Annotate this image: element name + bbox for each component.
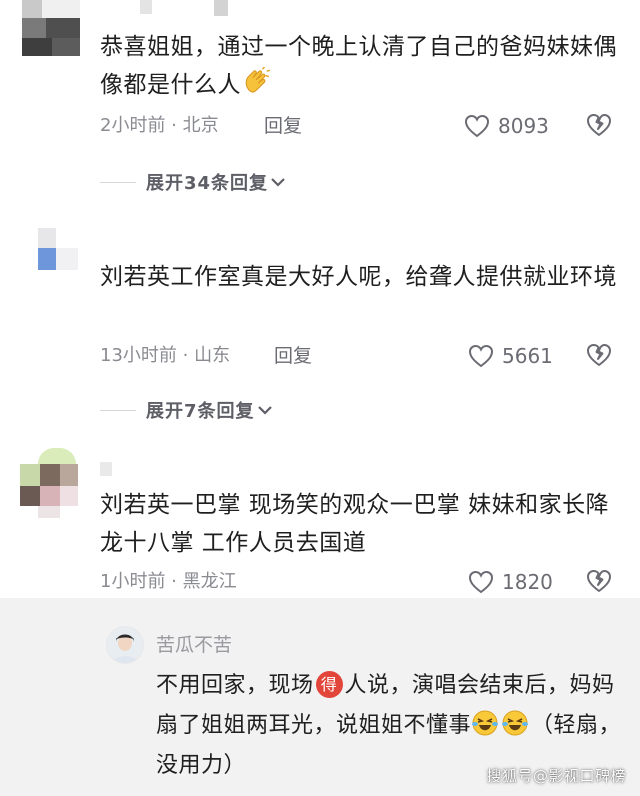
expand-replies-label: 展开7条回复 (146, 401, 255, 422)
dislike-icon[interactable] (585, 341, 613, 369)
like-button[interactable]: 5661 (468, 341, 553, 371)
dislike-icon[interactable] (585, 111, 613, 139)
like-count: 1820 (502, 570, 553, 594)
reply-button[interactable]: 回复 (264, 112, 302, 140)
expand-replies-label: 展开34条回复 (146, 173, 269, 194)
comment-meta: 1小时前 · 黑龙江 (100, 571, 237, 592)
de-badge-icon: 得 (315, 671, 343, 698)
laughing-tears-emoji-icon (502, 710, 529, 736)
avatar[interactable] (22, 0, 80, 56)
laughing-tears-emoji-icon (472, 710, 499, 736)
comment-text: 刘若英工作室真是大好人呢，给聋人提供就业环境 (100, 264, 617, 290)
avatar[interactable] (20, 448, 80, 518)
divider-line (100, 409, 136, 411)
reply-username[interactable]: 苦瓜不苦 (156, 630, 232, 657)
clapping-hands-icon (245, 67, 271, 93)
chevron-down-icon (257, 406, 272, 415)
like-count: 8093 (498, 114, 549, 138)
watermark: 搜狐号@影视口碑榜 (486, 767, 626, 785)
heart-icon (468, 344, 494, 368)
divider-line (100, 181, 136, 183)
comment-meta: 13小时前 · 山东 (100, 345, 231, 366)
like-button[interactable]: 1820 (468, 567, 553, 597)
comment-meta: 2小时前 · 北京 (100, 115, 219, 136)
like-button[interactable]: 8093 (464, 111, 549, 141)
avatar[interactable] (38, 228, 78, 270)
expand-replies-button[interactable]: 展开34条回复 (100, 168, 286, 196)
heart-icon (468, 570, 494, 594)
avatar[interactable] (106, 626, 144, 664)
reply-button[interactable]: 回复 (274, 342, 312, 370)
expand-replies-button[interactable]: 展开7条回复 (100, 396, 273, 424)
chevron-down-icon (271, 178, 285, 187)
comment-text: 恭喜姐姐，通过一个晚上认清了自己的爸妈妹妹偶像都是什么人 (100, 34, 617, 98)
heart-icon (464, 114, 490, 138)
person-avatar-icon (107, 627, 143, 663)
like-count: 5661 (502, 344, 553, 368)
dislike-icon[interactable] (585, 567, 613, 595)
comment-text: 刘若英一巴掌 现场笑的观众一巴掌 妹妹和家长降龙十八掌 工作人员去国道 (100, 492, 610, 556)
